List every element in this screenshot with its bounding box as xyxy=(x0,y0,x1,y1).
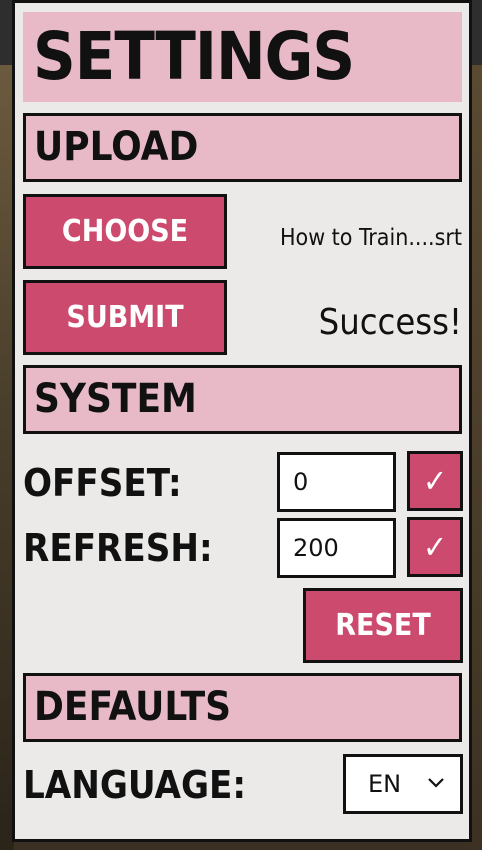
refresh-input[interactable]: 200 xyxy=(277,518,396,578)
offset-input[interactable]: 0 xyxy=(277,452,396,512)
language-label: LANGUAGE: xyxy=(23,763,247,807)
upload-section-header: UPLOAD xyxy=(23,113,462,182)
refresh-label: REFRESH: xyxy=(23,526,213,570)
offset-apply-button[interactable]: ✓ xyxy=(407,451,463,511)
settings-panel: SETTINGS UPLOAD CHOOSE FILE How to Train… xyxy=(12,0,472,842)
language-select-value: EN xyxy=(368,770,402,798)
offset-label: OFFSET: xyxy=(23,461,182,505)
system-section-header: SYSTEM xyxy=(23,365,462,434)
upload-status-text: Success! xyxy=(318,302,462,343)
submit-button[interactable]: SUBMIT xyxy=(23,280,227,355)
chevron-down-icon xyxy=(428,778,444,788)
language-select[interactable]: EN xyxy=(343,754,463,814)
choose-file-button[interactable]: CHOOSE FILE xyxy=(23,194,227,318)
page-title: SETTINGS xyxy=(23,12,462,102)
refresh-apply-button[interactable]: ✓ xyxy=(407,517,463,577)
defaults-section-header: DEFAULTS xyxy=(23,673,462,742)
checkmark-icon: ✓ xyxy=(422,528,448,566)
reset-button[interactable]: RESET xyxy=(303,588,463,663)
selected-filename: How to Train....srt xyxy=(279,225,462,251)
checkmark-icon: ✓ xyxy=(422,462,448,500)
